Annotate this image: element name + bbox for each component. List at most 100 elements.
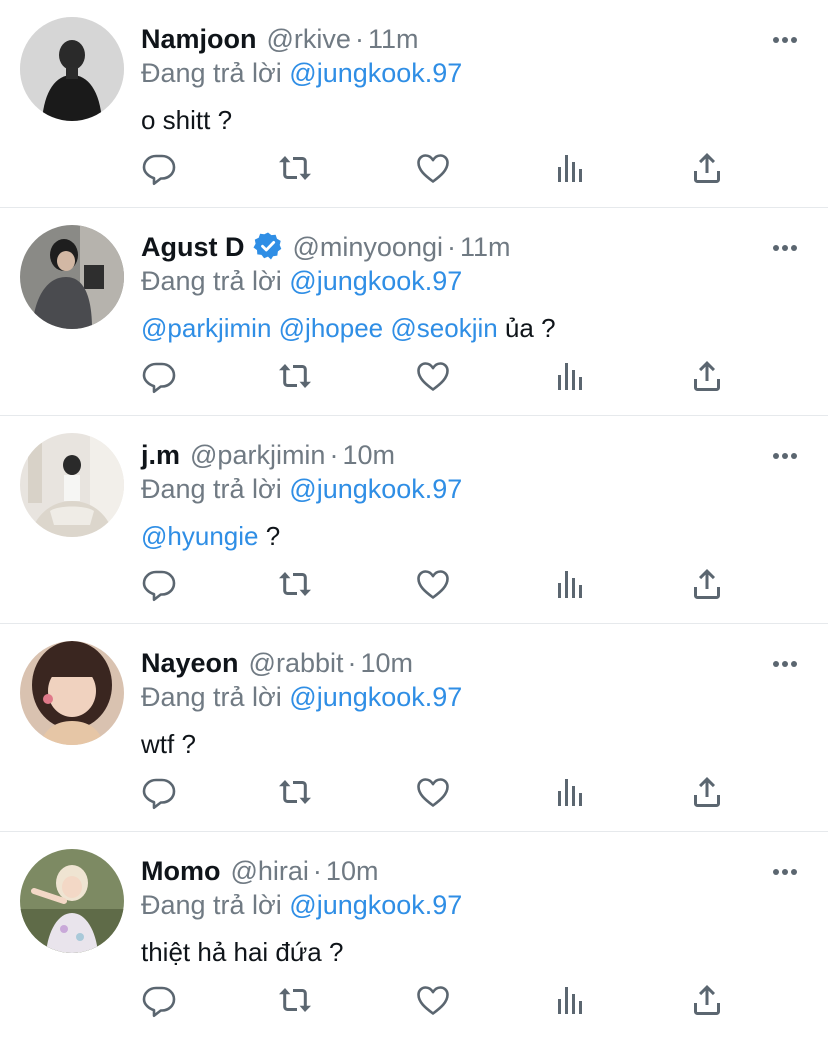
action-bar (141, 150, 741, 186)
author-handle[interactable]: @rabbit (249, 648, 344, 678)
more-icon[interactable] (772, 452, 798, 460)
tweet-text: o shitt ? (141, 101, 808, 139)
retweet-icon[interactable] (277, 150, 313, 186)
tweet-text-content: wtf ? (141, 729, 196, 759)
timestamp[interactable]: 10m (342, 440, 395, 470)
tweet-content: Agust D @minyoongi · 11m Đang trả lời @jung… (141, 228, 808, 347)
tweet-content: Momo @hirai · 10m Đang trả lời @jungkook.97… (141, 852, 808, 971)
verified-badge-icon (253, 231, 283, 261)
replying-to: Đang trả lời @jungkook.97 (141, 263, 808, 299)
replying-to-label: Đang trả lời (141, 58, 282, 88)
analytics-icon[interactable] (553, 358, 589, 394)
avatar[interactable] (20, 433, 124, 537)
analytics-icon[interactable] (553, 982, 589, 1018)
analytics-icon[interactable] (553, 150, 589, 186)
analytics-icon[interactable] (553, 774, 589, 810)
replying-to: Đang trả lời @jungkook.97 (141, 887, 808, 923)
more-icon[interactable] (772, 868, 798, 876)
share-icon[interactable] (689, 982, 725, 1018)
action-bar (141, 358, 741, 394)
share-icon[interactable] (689, 774, 725, 810)
mention-link[interactable]: @parkjimin (141, 313, 271, 343)
action-bar (141, 774, 741, 810)
mention-link[interactable]: @seokjin (390, 313, 497, 343)
more-icon[interactable] (772, 36, 798, 44)
author-name[interactable]: Namjoon (141, 24, 257, 54)
tweet[interactable]: Agust D @minyoongi · 11m Đang trả lời @jung… (0, 208, 828, 416)
tweet[interactable]: j.m @parkjimin · 10m Đang trả lời @jungkook… (0, 416, 828, 624)
tweet-text: wtf ? (141, 725, 808, 763)
tweet-header: Momo @hirai · 10m (141, 852, 808, 890)
author-name[interactable]: Agust D (141, 232, 245, 262)
retweet-icon[interactable] (277, 566, 313, 602)
tweet-header: j.m @parkjimin · 10m (141, 436, 808, 474)
tweet-text: thiệt hả hai đứa ? (141, 933, 808, 971)
tweet-content: Nayeon @rabbit · 10m Đang trả lời @jungkook… (141, 644, 808, 763)
replying-to-label: Đang trả lời (141, 266, 282, 296)
separator-dot: · (329, 440, 339, 470)
reply-feed: Namjoon @rkive · 11m Đang trả lời @jungkook… (0, 0, 828, 1041)
tweet[interactable]: Namjoon @rkive · 11m Đang trả lời @jungkook… (0, 0, 828, 208)
retweet-icon[interactable] (277, 358, 313, 394)
mention-link[interactable]: @jhopee (279, 313, 383, 343)
action-bar (141, 566, 741, 602)
separator-dot: · (354, 24, 364, 54)
tweet-text-content: ủa ? (504, 313, 556, 343)
author-name[interactable]: Nayeon (141, 648, 239, 678)
reply-icon[interactable] (141, 982, 177, 1018)
share-icon[interactable] (689, 358, 725, 394)
replying-to-mention[interactable]: @jungkook.97 (289, 266, 462, 296)
timestamp[interactable]: 10m (361, 648, 414, 678)
like-icon[interactable] (415, 774, 451, 810)
replying-to-mention[interactable]: @jungkook.97 (289, 474, 462, 504)
share-icon[interactable] (689, 150, 725, 186)
timestamp[interactable]: 11m (460, 232, 511, 262)
tweet-content: j.m @parkjimin · 10m Đang trả lời @jungkook… (141, 436, 808, 555)
separator-dot: · (347, 648, 357, 678)
retweet-icon[interactable] (277, 774, 313, 810)
replying-to: Đang trả lời @jungkook.97 (141, 679, 808, 715)
share-icon[interactable] (689, 566, 725, 602)
timestamp[interactable]: 10m (326, 856, 379, 886)
avatar[interactable] (20, 225, 124, 329)
tweet-text-content: ? (265, 521, 281, 551)
author-handle[interactable]: @rkive (267, 24, 351, 54)
tweet[interactable]: Nayeon @rabbit · 10m Đang trả lời @jungkook… (0, 624, 828, 832)
replying-to-mention[interactable]: @jungkook.97 (289, 890, 462, 920)
separator-dot: · (312, 856, 322, 886)
reply-icon[interactable] (141, 774, 177, 810)
reply-icon[interactable] (141, 150, 177, 186)
replying-to-label: Đang trả lời (141, 474, 282, 504)
analytics-icon[interactable] (553, 566, 589, 602)
mention-link[interactable]: @hyungie (141, 521, 258, 551)
replying-to-mention[interactable]: @jungkook.97 (289, 682, 462, 712)
avatar[interactable] (20, 641, 124, 745)
tweet[interactable]: Momo @hirai · 10m Đang trả lời @jungkook.97… (0, 832, 828, 1041)
more-icon[interactable] (772, 244, 798, 252)
tweet-text: @hyungie ? (141, 517, 808, 555)
author-handle[interactable]: @parkjimin (190, 440, 325, 470)
author-handle[interactable]: @minyoongi (293, 232, 443, 262)
tweet-header: Agust D @minyoongi · 11m (141, 228, 808, 266)
avatar[interactable] (20, 849, 124, 953)
author-name[interactable]: Momo (141, 856, 220, 886)
tweet-text-content: o shitt ? (141, 105, 233, 135)
replying-to-label: Đang trả lời (141, 890, 282, 920)
more-icon[interactable] (772, 660, 798, 668)
avatar[interactable] (20, 17, 124, 121)
tweet-content: Namjoon @rkive · 11m Đang trả lời @jungkook… (141, 20, 808, 139)
reply-icon[interactable] (141, 566, 177, 602)
like-icon[interactable] (415, 150, 451, 186)
like-icon[interactable] (415, 566, 451, 602)
replying-to-mention[interactable]: @jungkook.97 (289, 58, 462, 88)
like-icon[interactable] (415, 358, 451, 394)
reply-icon[interactable] (141, 358, 177, 394)
separator-dot: · (446, 232, 456, 262)
retweet-icon[interactable] (277, 982, 313, 1018)
tweet-header: Namjoon @rkive · 11m (141, 20, 808, 58)
author-handle[interactable]: @hirai (230, 856, 308, 886)
author-name[interactable]: j.m (141, 440, 180, 470)
like-icon[interactable] (415, 982, 451, 1018)
tweet-text: @parkjimin @jhopee @seokjin ủa ? (141, 309, 808, 347)
timestamp[interactable]: 11m (368, 24, 419, 54)
